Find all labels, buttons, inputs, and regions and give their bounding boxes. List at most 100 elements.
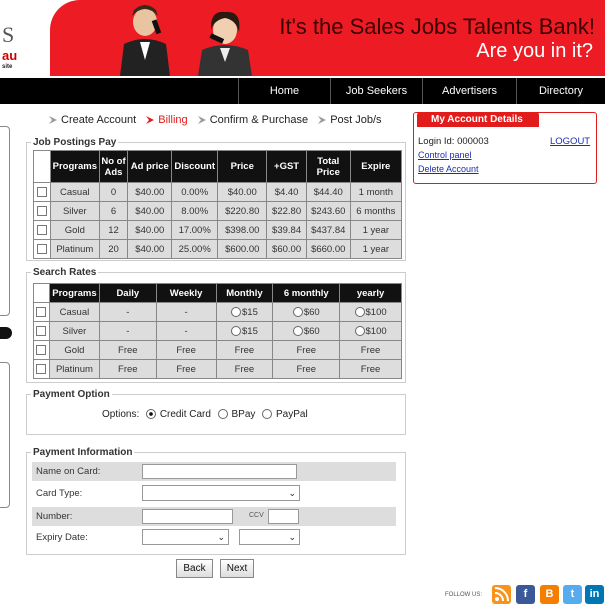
col-header: +GST — [266, 150, 307, 183]
job-posting-checkbox[interactable] — [37, 205, 48, 216]
table-cell: Free — [215, 340, 274, 360]
expiry-month-select[interactable]: ⌄ — [142, 529, 229, 545]
login-id: Login Id: 000003 — [418, 136, 489, 147]
table-cell: Free — [339, 359, 402, 379]
rss-icon[interactable] — [492, 585, 511, 604]
name-on-card-input[interactable] — [142, 464, 297, 479]
left-side-button[interactable] — [0, 327, 12, 339]
payment-info-legend: Payment Information — [33, 447, 133, 458]
rate-radio[interactable] — [354, 325, 365, 336]
job-postings-legend: Job Postings Pay — [33, 137, 117, 148]
ccv-input[interactable] — [268, 509, 299, 524]
step-confirm-purchase[interactable]: Confirm & Purchase — [197, 114, 308, 126]
table-cell: $40.00 — [127, 239, 173, 259]
chevron-down-icon: ⌄ — [288, 488, 296, 498]
table-cell: $100 — [339, 302, 402, 322]
table-cell: $22.80 — [266, 201, 307, 221]
table-cell: $243.60 — [305, 201, 351, 221]
rate-price: $60 — [303, 325, 320, 337]
nav-advertisers[interactable]: Advertisers — [422, 78, 516, 104]
business-people-image — [110, 0, 270, 76]
back-button[interactable]: Back — [176, 559, 213, 578]
blogger-icon[interactable]: B — [540, 585, 559, 604]
table-cell: Platinum — [50, 239, 100, 259]
nav-directory[interactable]: Directory — [516, 78, 605, 104]
search-rates-table: Programs Daily Weekly Monthly 6 monthly … — [33, 283, 402, 379]
search-rate-checkbox[interactable] — [36, 363, 47, 374]
logout-link[interactable]: LOGOUT — [550, 136, 590, 147]
table-cell: Gold — [48, 340, 100, 360]
table-cell: Free — [98, 340, 157, 360]
step-create-account[interactable]: Create Account — [48, 114, 136, 126]
follow-us-label: FOLLOW US: — [445, 592, 483, 598]
col-header: 6 monthly — [272, 283, 341, 303]
table-cell: 6 — [98, 201, 129, 221]
checkout-steps: Create Account Billing Confirm & Purchas… — [48, 114, 388, 128]
table-cell: Free — [272, 359, 341, 379]
logo-text-3: site — [2, 64, 13, 70]
table-cell: 1 year — [349, 220, 403, 240]
step-post-jobs[interactable]: Post Job/s — [317, 114, 382, 126]
search-rate-checkbox[interactable] — [36, 344, 47, 355]
search-rate-checkbox[interactable] — [36, 325, 47, 336]
rate-price: $60 — [303, 306, 320, 318]
option-credit-card-label: Credit Card — [159, 409, 211, 420]
rate-radio[interactable] — [292, 306, 303, 317]
job-posting-checkbox[interactable] — [37, 224, 48, 235]
table-cell: 1 year — [349, 239, 403, 259]
job-posting-row: Silver 6 $40.00 8.00% $220.80 $22.80 $243.60 6 … — [32, 201, 403, 221]
table-cell: 8.00% — [171, 201, 219, 221]
radio-credit-card[interactable] — [146, 409, 157, 420]
main-nav: Home Job Seekers Advertisers Directory — [0, 78, 605, 104]
table-cell: $40.00 — [127, 201, 173, 221]
col-header: Expire — [349, 150, 403, 183]
table-cell: 0.00% — [171, 182, 219, 202]
rate-price: $15 — [242, 306, 258, 318]
table-cell: $437.84 — [305, 220, 351, 240]
header-banner: It's the Sales Jobs Talents Bank! Are yo… — [50, 0, 605, 76]
step-billing[interactable]: Billing — [145, 114, 188, 126]
search-rates-legend: Search Rates — [33, 267, 97, 278]
banner-subline: Are you in it? — [476, 40, 593, 62]
next-button[interactable]: Next — [220, 559, 254, 578]
table-cell: $4.40 — [266, 182, 307, 202]
delete-account-link[interactable]: Delete Account — [418, 164, 479, 174]
job-posting-checkbox[interactable] — [37, 243, 48, 254]
site-logo[interactable]: S au site — [0, 18, 48, 78]
facebook-icon[interactable]: f — [516, 585, 535, 604]
col-header: Ad price — [127, 150, 173, 183]
table-cell: 20 — [98, 239, 129, 259]
chevron-right-icon — [197, 116, 206, 124]
chevron-down-icon: ⌄ — [288, 532, 296, 542]
rate-radio[interactable] — [354, 306, 365, 317]
col-header: No of Ads — [98, 150, 129, 183]
search-rate-checkbox[interactable] — [36, 306, 47, 317]
linkedin-icon[interactable]: in — [585, 585, 604, 604]
card-type-select[interactable]: ⌄ — [142, 485, 300, 501]
nav-home[interactable]: Home — [238, 78, 330, 104]
control-panel-link[interactable]: Control panel — [418, 150, 472, 160]
left-side-panel — [0, 126, 10, 316]
rate-radio[interactable] — [231, 306, 241, 317]
table-cell: $60.00 — [266, 239, 307, 259]
table-cell: Free — [339, 340, 402, 360]
rate-radio[interactable] — [292, 325, 303, 336]
table-cell: $660.00 — [305, 239, 351, 259]
job-posting-checkbox[interactable] — [37, 186, 48, 197]
expiry-year-select[interactable]: ⌄ — [239, 529, 300, 545]
option-bpay-label: BPay — [231, 409, 256, 420]
left-side-panel-lower — [0, 362, 10, 508]
rate-radio[interactable] — [231, 325, 241, 336]
twitter-icon[interactable]: t — [563, 585, 582, 604]
card-number-input[interactable] — [142, 509, 233, 524]
radio-bpay[interactable] — [217, 409, 228, 420]
table-cell: - — [98, 302, 157, 322]
table-cell: 25.00% — [171, 239, 219, 259]
payment-option-legend: Payment Option — [33, 389, 110, 400]
table-cell: $40.00 — [127, 182, 173, 202]
table-cell: $600.00 — [217, 239, 268, 259]
table-cell: - — [155, 321, 217, 341]
nav-job-seekers[interactable]: Job Seekers — [330, 78, 422, 104]
radio-paypal[interactable] — [262, 409, 273, 420]
chevron-down-icon: ⌄ — [217, 532, 225, 542]
